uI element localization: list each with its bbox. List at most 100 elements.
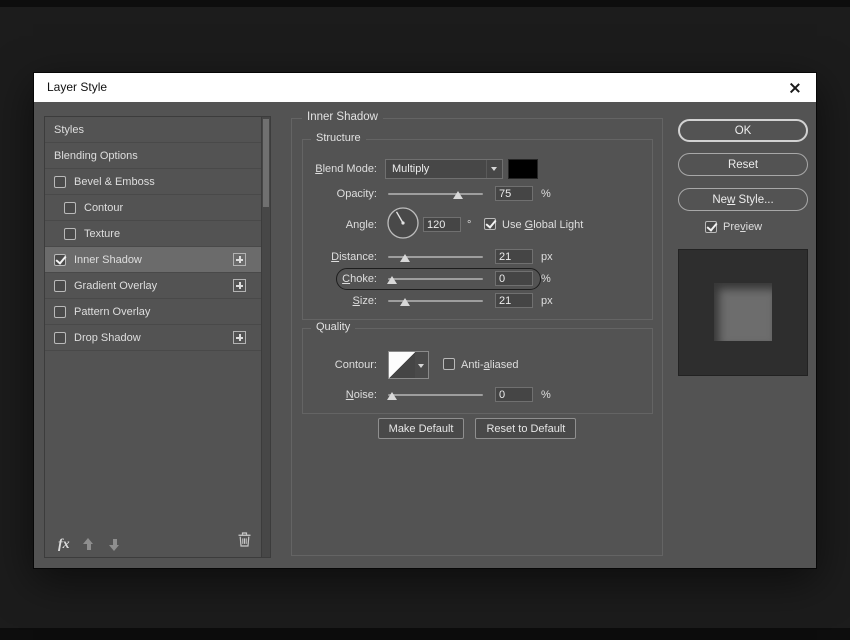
sidebar-item-blending-options[interactable]: Blending Options	[45, 143, 261, 169]
noise-unit: %	[541, 387, 551, 403]
chevron-down-icon	[486, 160, 502, 178]
desktop-backdrop: Layer Style Styles Blending Options Beve…	[0, 0, 850, 640]
size-input[interactable]	[495, 293, 533, 308]
preview-label: Preview	[723, 221, 762, 233]
slider-thumb[interactable]	[400, 298, 410, 306]
sidebar-item-label: Inner Shadow	[74, 254, 142, 266]
anti-aliased-checkbox[interactable]	[443, 358, 455, 370]
reset-button[interactable]: Reset	[678, 153, 808, 176]
make-default-button[interactable]: Make Default	[378, 418, 465, 439]
styles-list: Styles Blending Options Bevel & Emboss C…	[45, 117, 261, 351]
add-drop-shadow-plus-icon[interactable]	[233, 331, 246, 344]
panel-heading: Inner Shadow	[302, 111, 383, 123]
structure-group: Structure Blend Mode: Multiply Opacity:	[302, 139, 653, 320]
slider-thumb[interactable]	[387, 276, 397, 284]
preview-checkbox[interactable]	[705, 221, 717, 233]
sidebar-item-contour[interactable]: Contour	[45, 195, 261, 221]
scrollbar-thumb[interactable]	[263, 119, 269, 207]
opacity-unit: %	[541, 186, 551, 202]
pattern-overlay-checkbox[interactable]	[54, 306, 66, 318]
inner-shadow-checkbox[interactable]	[54, 254, 66, 266]
styles-list-scrollbar[interactable]	[261, 117, 270, 557]
sidebar-item-label: Texture	[84, 228, 120, 240]
styles-list-panel: Styles Blending Options Bevel & Emboss C…	[44, 116, 271, 558]
opacity-slider[interactable]	[388, 186, 483, 202]
choke-input[interactable]	[495, 271, 533, 286]
size-label: Size:	[303, 293, 377, 309]
new-style-button[interactable]: New Style...	[678, 188, 808, 211]
drop-shadow-checkbox[interactable]	[54, 332, 66, 344]
backdrop-top-strip	[0, 0, 850, 7]
ok-button[interactable]: OK	[678, 119, 808, 142]
sidebar-item-gradient-overlay[interactable]: Gradient Overlay	[45, 273, 261, 299]
choke-slider[interactable]	[388, 271, 483, 287]
distance-label: Distance:	[303, 249, 377, 265]
add-gradient-overlay-plus-icon[interactable]	[233, 279, 246, 292]
contour-thumbnail[interactable]	[388, 351, 416, 379]
effect-preview-thumbnail	[678, 249, 808, 376]
slider-thumb[interactable]	[400, 254, 410, 262]
sidebar-item-label: Blending Options	[54, 150, 138, 162]
dialog-body: Styles Blending Options Bevel & Emboss C…	[34, 102, 816, 568]
noise-input[interactable]	[495, 387, 533, 402]
delete-effect-trash-icon[interactable]	[238, 532, 251, 552]
angle-unit: °	[467, 217, 471, 233]
blend-mode-value: Multiply	[392, 163, 429, 175]
sidebar-item-bevel-emboss[interactable]: Bevel & Emboss	[45, 169, 261, 195]
bevel-emboss-checkbox[interactable]	[54, 176, 66, 188]
angle-input[interactable]	[423, 217, 461, 232]
slider-thumb[interactable]	[387, 392, 397, 400]
sidebar-item-label: Pattern Overlay	[74, 306, 150, 318]
sidebar-item-texture[interactable]: Texture	[45, 221, 261, 247]
texture-checkbox[interactable]	[64, 228, 76, 240]
gradient-overlay-checkbox[interactable]	[54, 280, 66, 292]
sidebar-item-label: Styles	[54, 124, 84, 136]
angle-dial[interactable]	[386, 206, 420, 240]
contour-chevron-down-icon[interactable]	[415, 351, 429, 379]
choke-label: Choke:	[303, 271, 377, 287]
anti-aliased-label: Anti-aliased	[461, 359, 519, 371]
choke-unit: %	[541, 271, 551, 287]
use-global-light-checkbox[interactable]	[484, 218, 496, 230]
sidebar-item-label: Gradient Overlay	[74, 280, 157, 292]
move-up-icon[interactable]	[83, 538, 94, 551]
slider-track	[388, 193, 483, 195]
slider-track	[388, 394, 483, 396]
blend-mode-label: Blend Mode:	[303, 159, 377, 179]
add-inner-shadow-plus-icon[interactable]	[233, 253, 246, 266]
sidebar-item-pattern-overlay[interactable]: Pattern Overlay	[45, 299, 261, 325]
shadow-color-swatch[interactable]	[508, 159, 538, 179]
structure-legend: Structure	[311, 132, 366, 144]
use-global-light-label: Use Global Light	[502, 219, 583, 231]
fx-icon[interactable]: fx	[58, 537, 70, 553]
defaults-button-row: Make Default Reset to Default	[292, 418, 662, 439]
noise-slider[interactable]	[388, 387, 483, 403]
effect-preview-inner-square	[714, 283, 772, 341]
sidebar-item-label: Drop Shadow	[74, 332, 141, 344]
opacity-input[interactable]	[495, 186, 533, 201]
sidebar-item-drop-shadow[interactable]: Drop Shadow	[45, 325, 261, 351]
dialog-title: Layer Style	[47, 73, 107, 102]
sidebar-item-styles[interactable]: Styles	[45, 117, 261, 143]
angle-label: Angle:	[303, 217, 377, 233]
blend-mode-dropdown[interactable]: Multiply	[385, 159, 503, 179]
quality-group: Quality Contour: Anti-aliased Noise:	[302, 328, 653, 414]
opacity-label: Opacity:	[303, 186, 377, 202]
contour-label: Contour:	[303, 351, 377, 379]
sidebar-item-inner-shadow[interactable]: Inner Shadow	[45, 247, 261, 273]
close-icon[interactable]	[788, 81, 802, 95]
preview-toggle-row: Preview	[705, 221, 762, 233]
reset-to-default-button[interactable]: Reset to Default	[475, 418, 576, 439]
size-slider[interactable]	[388, 293, 483, 309]
dialog-titlebar: Layer Style	[34, 73, 816, 102]
slider-track	[388, 278, 483, 280]
size-unit: px	[541, 293, 553, 309]
move-down-icon[interactable]	[109, 538, 120, 551]
contour-checkbox[interactable]	[64, 202, 76, 214]
slider-thumb[interactable]	[453, 191, 463, 199]
distance-slider[interactable]	[388, 249, 483, 265]
inner-shadow-panel: Inner Shadow Structure Blend Mode: Multi…	[291, 118, 663, 556]
layer-style-dialog: Layer Style Styles Blending Options Beve…	[33, 72, 817, 569]
distance-input[interactable]	[495, 249, 533, 264]
backdrop-bottom-strip	[0, 628, 850, 640]
